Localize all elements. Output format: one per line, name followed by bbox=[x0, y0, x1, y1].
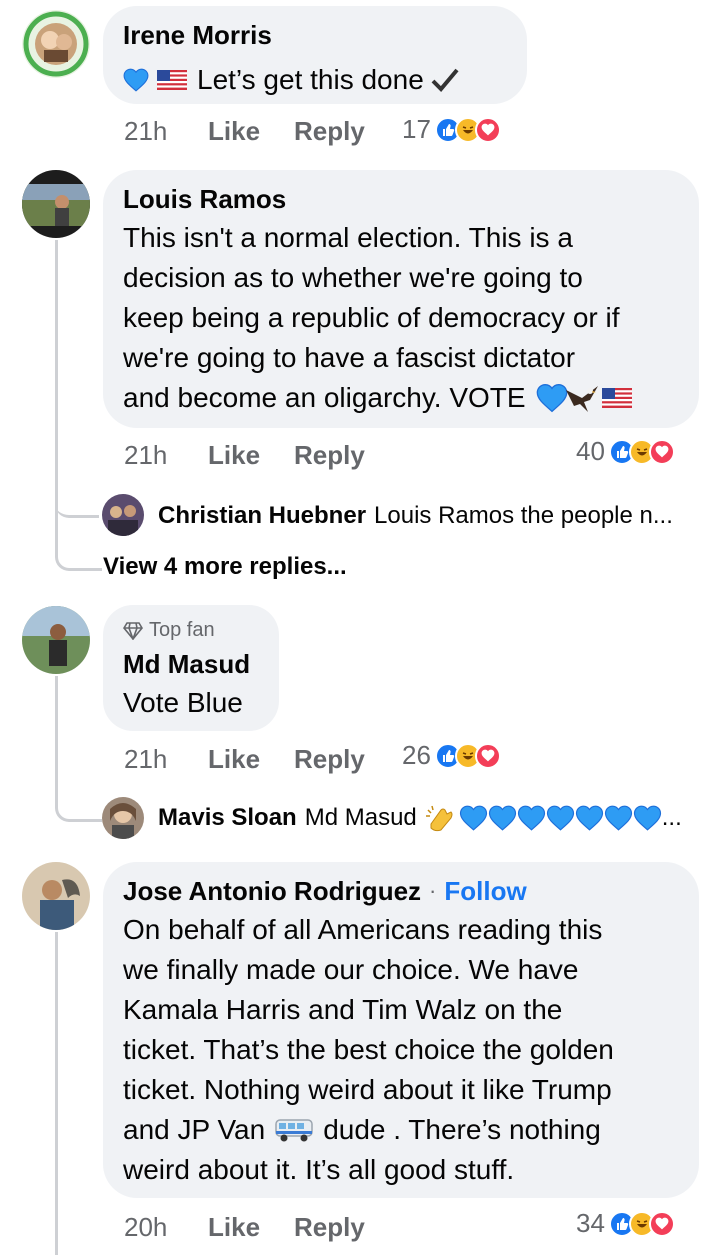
avatar[interactable] bbox=[22, 170, 90, 238]
like-button[interactable]: Like bbox=[208, 116, 260, 147]
like-button[interactable]: Like bbox=[208, 744, 260, 775]
thread-line bbox=[55, 676, 58, 796]
comment-author[interactable]: Jose Antonio Rodriguez bbox=[123, 874, 421, 908]
love-icon bbox=[474, 116, 501, 143]
comment-bubble: Top fan Md Masud Vote Blue bbox=[103, 605, 279, 731]
comment-text-row: Let’s get this done bbox=[123, 60, 460, 100]
reaction-summary[interactable]: 17 bbox=[402, 114, 501, 145]
thread-connector bbox=[55, 512, 102, 571]
clapping-hands-icon bbox=[425, 805, 453, 832]
reaction-count: 17 bbox=[402, 114, 431, 144]
comment-text: Vote Blue bbox=[123, 687, 243, 718]
blue-heart-icon bbox=[517, 805, 546, 831]
comment-line: ticket. Nothing weird about it like Trum… bbox=[123, 1074, 612, 1105]
comment-line: and JP Van bbox=[123, 1114, 266, 1145]
comment-meta: 21h Like Reply bbox=[124, 742, 399, 776]
reply-button[interactable]: Reply bbox=[294, 116, 365, 147]
comment-line: Kamala Harris and Tim Walz on the bbox=[123, 994, 563, 1025]
minibus-icon bbox=[275, 1119, 313, 1142]
comment-line: we finally made our choice. We have bbox=[123, 954, 579, 985]
us-flag-icon bbox=[157, 70, 187, 90]
avatar[interactable] bbox=[22, 606, 90, 674]
diamond-icon bbox=[123, 621, 143, 640]
blue-heart-icon bbox=[604, 805, 633, 831]
blue-hearts-row bbox=[459, 805, 662, 831]
comment-line: ticket. That’s the best choice the golde… bbox=[123, 1034, 614, 1065]
avatar[interactable] bbox=[22, 10, 90, 78]
separator: · bbox=[429, 878, 437, 903]
love-icon bbox=[648, 1210, 675, 1237]
comment-time[interactable]: 21h bbox=[124, 440, 208, 471]
comment-line: On behalf of all Americans reading this bbox=[123, 914, 603, 945]
comment-text: Let’s get this done bbox=[197, 64, 424, 95]
avatar[interactable] bbox=[102, 797, 144, 839]
reply-text: Louis Ramos the people n... bbox=[374, 502, 673, 529]
comment-bubble: Irene Morris Let’s get this done bbox=[103, 6, 527, 104]
eagle-icon bbox=[565, 386, 598, 412]
like-button[interactable]: Like bbox=[208, 1212, 260, 1243]
love-icon bbox=[474, 742, 501, 769]
badge-label: Top fan bbox=[149, 619, 215, 641]
blue-heart-icon bbox=[488, 805, 517, 831]
blue-heart-icon bbox=[575, 805, 604, 831]
comment-line: keep being a republic of democracy or if bbox=[123, 302, 620, 333]
follow-button[interactable]: Follow bbox=[444, 876, 526, 907]
blue-heart-icon bbox=[546, 805, 575, 831]
comment-line: we're going to have a fascist dictator bbox=[123, 342, 576, 373]
reaction-summary[interactable]: 26 bbox=[402, 740, 501, 771]
view-more-replies-link[interactable]: View 4 more replies... bbox=[103, 551, 347, 583]
reaction-count: 34 bbox=[576, 1208, 605, 1238]
reaction-count: 40 bbox=[576, 436, 605, 466]
comment-line: and become an oligarchy. VOTE bbox=[123, 382, 526, 413]
comment-bubble: Louis Ramos This isn't a normal election… bbox=[103, 170, 699, 428]
reply-button[interactable]: Reply bbox=[294, 1212, 365, 1243]
blue-heart-icon bbox=[123, 68, 149, 92]
reply-text: Md Masud bbox=[304, 804, 417, 831]
avatar[interactable] bbox=[22, 862, 90, 930]
comment-line: weird about it. It’s all good stuff. bbox=[123, 1154, 515, 1185]
reply-author[interactable]: Christian Huebner bbox=[158, 502, 366, 530]
comment-meta: 21h Like Reply bbox=[124, 114, 399, 148]
reply-preview[interactable]: Christian Huebner Louis Ramos the people… bbox=[158, 500, 673, 532]
reply-author[interactable]: Mavis Sloan bbox=[158, 804, 297, 832]
comment-line: dude . There’s nothing bbox=[323, 1114, 601, 1145]
checkmark-icon bbox=[431, 68, 459, 92]
comment-author[interactable]: Irene Morris bbox=[123, 18, 272, 52]
thread-connector bbox=[55, 792, 102, 822]
love-icon bbox=[648, 438, 675, 465]
comment-time[interactable]: 21h bbox=[124, 744, 208, 775]
reply-preview[interactable]: Mavis Sloan Md Masud ... bbox=[158, 802, 682, 834]
like-button[interactable]: Like bbox=[208, 440, 260, 471]
reply-button[interactable]: Reply bbox=[294, 440, 365, 471]
comment-header: Jose Antonio Rodriguez · Follow bbox=[123, 874, 527, 908]
comment-line: decision as to whether we're going to bbox=[123, 262, 583, 293]
us-flag-icon bbox=[602, 388, 632, 408]
comment-meta: 21h Like Reply bbox=[124, 438, 399, 472]
comment-author[interactable]: Md Masud bbox=[123, 647, 250, 681]
reply-button[interactable]: Reply bbox=[294, 744, 365, 775]
comment-line-with-emoji: and JP Van dude . There’s nothing bbox=[123, 1110, 601, 1150]
blue-heart-icon bbox=[459, 805, 488, 831]
comment-bubble: Jose Antonio Rodriguez · Follow On behal… bbox=[103, 862, 699, 1198]
reaction-count: 26 bbox=[402, 740, 431, 770]
top-fan-badge: Top fan bbox=[123, 619, 215, 642]
avatar[interactable] bbox=[102, 494, 144, 536]
reaction-summary[interactable]: 40 bbox=[576, 436, 675, 467]
comment-time[interactable]: 20h bbox=[124, 1212, 208, 1243]
reaction-summary[interactable]: 34 bbox=[576, 1208, 675, 1239]
thread-line bbox=[55, 240, 58, 515]
comment-time[interactable]: 21h bbox=[124, 116, 208, 147]
comment-author[interactable]: Louis Ramos bbox=[123, 182, 286, 216]
thread-line bbox=[55, 932, 58, 1255]
reply-trailing: ... bbox=[661, 804, 682, 831]
comment-line: This isn't a normal election. This is a bbox=[123, 222, 573, 253]
comment-meta: 20h Like Reply bbox=[124, 1210, 399, 1244]
comment-line-last: and become an oligarchy. VOTE bbox=[123, 378, 632, 418]
blue-heart-icon bbox=[633, 805, 662, 831]
